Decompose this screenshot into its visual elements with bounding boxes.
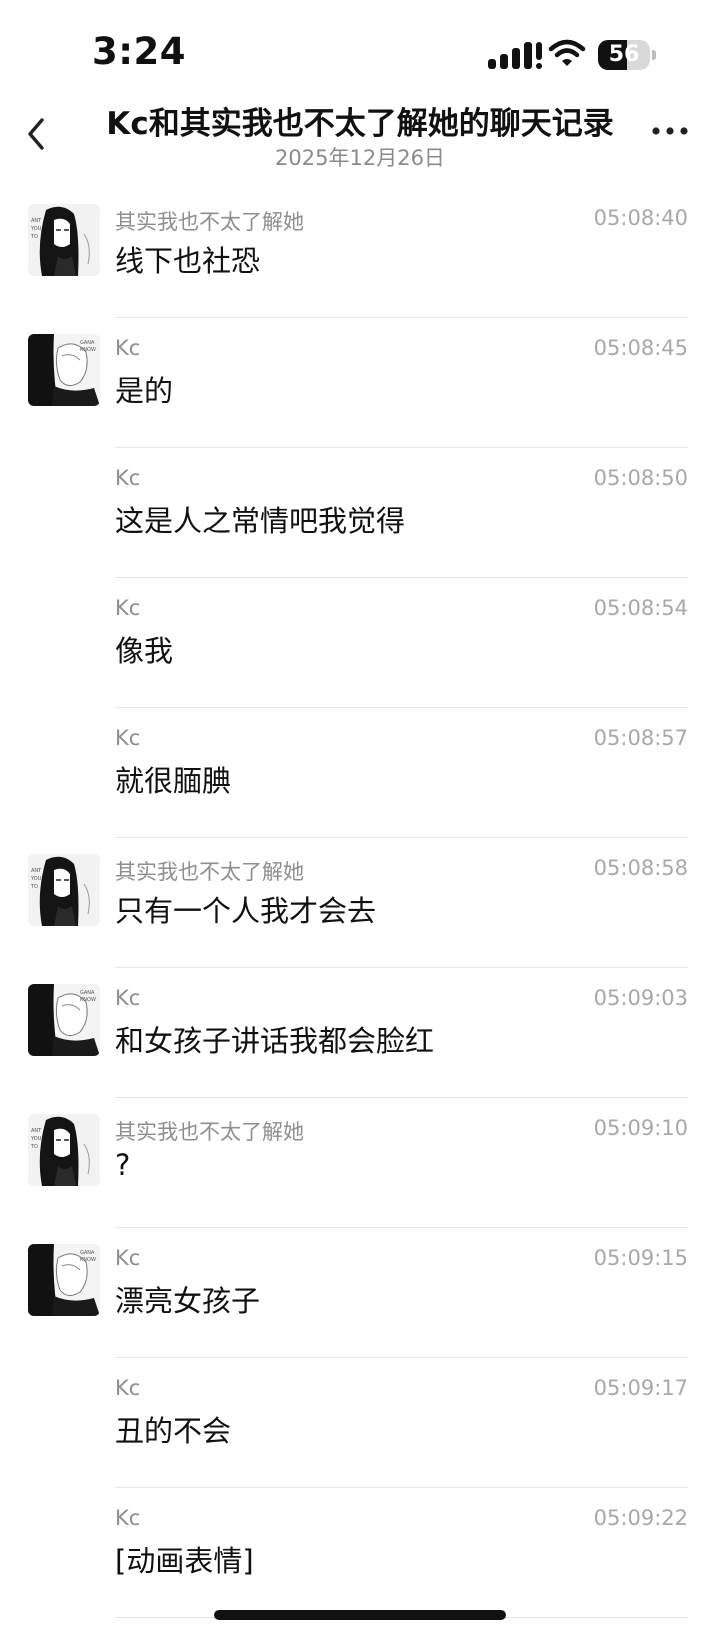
battery-body: 56 <box>598 40 650 70</box>
svg-text:KNOW: KNOW <box>80 347 96 353</box>
message-time: 05:08:58 <box>593 856 688 880</box>
signal-icon <box>488 42 542 69</box>
sender-name: Kc <box>115 466 141 490</box>
avatar[interactable]: GANA KNOW <box>28 984 100 1056</box>
message-text[interactable]: ? <box>115 1148 130 1182</box>
message-text[interactable]: 漂亮女孩子 <box>115 1278 260 1320</box>
message-text[interactable]: 是的 <box>115 368 173 410</box>
message-time: 05:09:10 <box>593 1116 688 1140</box>
message-time: 05:08:54 <box>593 596 688 620</box>
avatar[interactable]: ANT YOU TO <box>28 1114 100 1186</box>
message-row[interactable]: Kc 05:09:22 [动画表情] <box>0 1488 720 1618</box>
sender-name: 其实我也不太了解她 <box>115 860 304 884</box>
wifi-icon <box>548 39 586 66</box>
sender-name: Kc <box>115 726 141 750</box>
avatar[interactable]: ANT YOU TO <box>28 854 100 926</box>
svg-text:YOU: YOU <box>30 226 42 232</box>
status-time: 3:24 <box>92 30 187 73</box>
svg-text:GANA: GANA <box>80 1250 95 1256</box>
message-time: 05:09:15 <box>593 1246 688 1270</box>
nav-header: Kc和其实我也不太了解她的聊天记录 2025年12月26日 <box>0 90 720 180</box>
message-row[interactable]: ANT YOU TO 其实我也不太了解她 05:09:10? <box>0 1098 720 1228</box>
svg-text:TO: TO <box>30 234 38 240</box>
svg-text:TO: TO <box>30 1144 38 1150</box>
message-text[interactable]: 这是人之常情吧我觉得 <box>115 498 405 540</box>
svg-text:YOU: YOU <box>30 876 42 882</box>
message-row[interactable]: Kc 05:08:54 像我 <box>0 578 720 708</box>
message-row[interactable]: Kc 05:08:50 这是人之常情吧我觉得 <box>0 448 720 578</box>
battery-nub <box>652 50 656 60</box>
svg-text:ANT: ANT <box>31 868 42 874</box>
sender-name: 其实我也不太了解她 <box>115 210 304 234</box>
message-list[interactable]: ANT YOU TO 其实我也不太了解她 05:08:40 线下也社恐 GANA K… <box>0 188 720 1618</box>
sender-name: Kc <box>115 1376 141 1400</box>
battery-icon: 56 <box>598 40 656 70</box>
message-row[interactable]: GANA KNOW Kc 05:09:15 漂亮女孩子 <box>0 1228 720 1358</box>
message-time: 05:09:03 <box>593 986 688 1010</box>
battery-level: 56 <box>608 42 640 67</box>
message-row[interactable]: ANT YOU TO 其实我也不太了解她 05:08:40 线下也社恐 <box>0 188 720 318</box>
chevron-left-icon[interactable] <box>22 112 50 156</box>
svg-text:KNOW: KNOW <box>80 997 96 1003</box>
sender-name: Kc <box>115 596 141 620</box>
message-text[interactable]: 线下也社恐 <box>115 238 260 280</box>
svg-text:TO: TO <box>30 884 38 890</box>
message-text[interactable]: 只有一个人我才会去 <box>115 888 376 930</box>
avatar[interactable]: GANA KNOW <box>28 334 100 406</box>
message-time: 05:08:57 <box>593 726 688 750</box>
message-row[interactable]: Kc 05:09:17 丑的不会 <box>0 1358 720 1488</box>
home-indicator[interactable] <box>214 1610 506 1620</box>
sender-name: Kc <box>115 1246 141 1270</box>
message-time: 05:08:40 <box>593 206 688 230</box>
chat-date: 2025年12月26日 <box>275 146 445 170</box>
more-horizontal-icon[interactable] <box>650 124 690 138</box>
svg-text:YOU: YOU <box>30 1136 42 1142</box>
message-text[interactable]: 就很腼腆 <box>115 758 231 800</box>
sender-name: Kc <box>115 1506 141 1530</box>
message-row[interactable]: GANA KNOW Kc 05:08:45 是的 <box>0 318 720 448</box>
svg-text:ANT: ANT <box>31 218 42 224</box>
message-time: 05:08:50 <box>593 466 688 490</box>
message-text[interactable]: [动画表情] <box>115 1538 254 1580</box>
message-time: 05:09:22 <box>593 1506 688 1530</box>
sender-name: Kc <box>115 336 141 360</box>
svg-text:ANT: ANT <box>31 1128 42 1134</box>
message-row[interactable]: Kc 05:08:57 就很腼腆 <box>0 708 720 838</box>
message-time: 05:09:17 <box>593 1376 688 1400</box>
sender-name: 其实我也不太了解她 <box>115 1120 304 1144</box>
sender-name: Kc <box>115 986 141 1010</box>
message-row[interactable]: GANA KNOW Kc 05:09:03 和女孩子讲话我都会脸红 <box>0 968 720 1098</box>
message-text[interactable]: 和女孩子讲话我都会脸红 <box>115 1018 434 1060</box>
message-row[interactable]: ANT YOU TO 其实我也不太了解她 05:08:58 只有一个人我才会去 <box>0 838 720 968</box>
avatar[interactable]: GANA KNOW <box>28 1244 100 1316</box>
message-time: 05:08:45 <box>593 336 688 360</box>
avatar[interactable]: ANT YOU TO <box>28 204 100 276</box>
status-bar: 3:24 56 <box>0 0 720 100</box>
svg-text:GANA: GANA <box>80 990 95 996</box>
svg-text:GANA: GANA <box>80 340 95 346</box>
page-title: Kc和其实我也不太了解她的聊天记录 <box>106 106 614 142</box>
svg-text:KNOW: KNOW <box>80 1257 96 1263</box>
message-text[interactable]: 丑的不会 <box>115 1408 231 1450</box>
message-text[interactable]: 像我 <box>115 628 173 670</box>
